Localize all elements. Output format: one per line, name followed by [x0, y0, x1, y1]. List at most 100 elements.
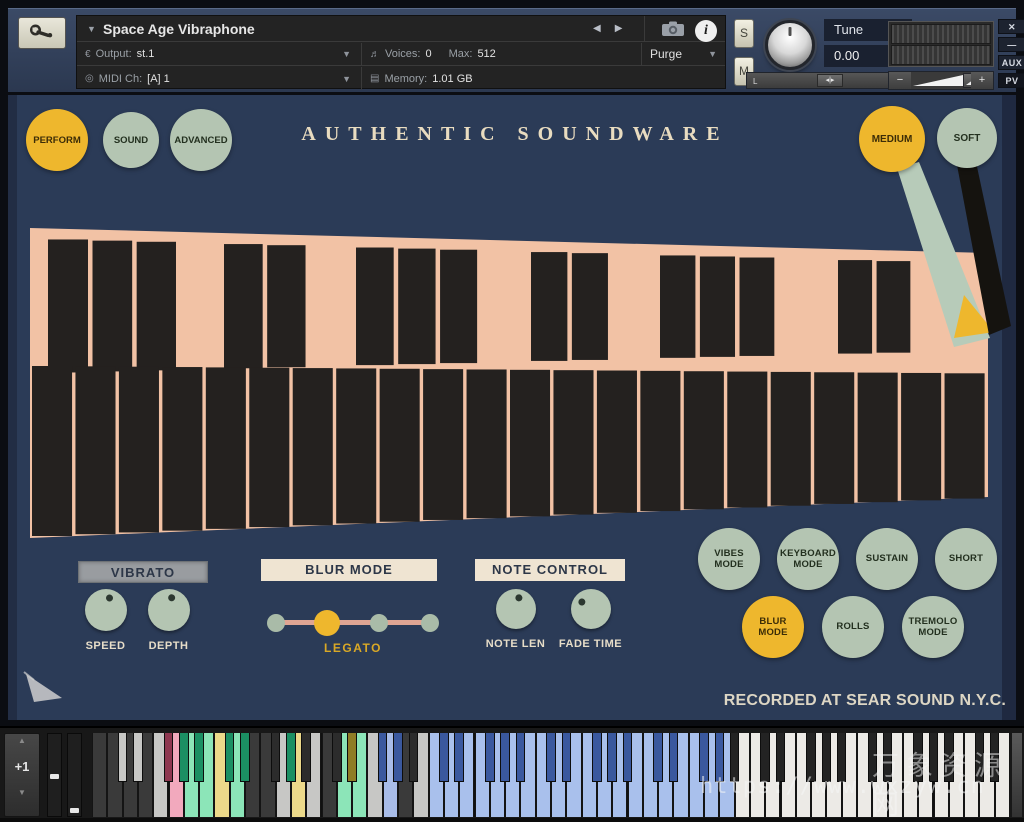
mod-wheel[interactable]: [67, 733, 82, 817]
note-len-knob[interactable]: [496, 589, 536, 629]
transpose-panel: ▲ +1 ▼: [4, 733, 40, 817]
blur-step-0[interactable]: [267, 614, 285, 632]
knob-label: SPEED: [74, 640, 137, 652]
black-key-after-26[interactable]: [485, 733, 495, 782]
collapse-arrow-icon[interactable]: ▼: [87, 24, 96, 34]
mallet-soft-button[interactable]: SOFT: [937, 108, 997, 168]
black-key-after-19[interactable]: [378, 733, 388, 782]
vibraphone-upper-bar: [877, 261, 911, 353]
knob-indicator-dot: [104, 594, 112, 602]
transpose-up-icon[interactable]: ▲: [5, 734, 39, 748]
pitch-wheel-handle[interactable]: [50, 774, 59, 779]
knob-indicator-dot: [167, 594, 175, 602]
black-key-after-23[interactable]: [439, 733, 449, 782]
blur-selected-value: LEGATO: [268, 641, 438, 655]
mode-button-keyboard-mode[interactable]: KEYBOARD MODE: [777, 528, 839, 590]
blur-step-3[interactable]: [421, 614, 439, 632]
black-key-after-34[interactable]: [607, 733, 617, 782]
transpose-down-icon[interactable]: ▼: [5, 786, 39, 800]
vibraphone-lower-bar: [162, 367, 202, 531]
tab-perform[interactable]: PERFORM: [26, 109, 88, 171]
volume-minus-button[interactable]: −: [889, 72, 911, 89]
black-key-after-27[interactable]: [500, 733, 510, 782]
black-key-after-24[interactable]: [454, 733, 464, 782]
blur-step-1-selected[interactable]: [314, 610, 340, 636]
white-key-1[interactable]: [92, 733, 107, 817]
knob-label: FADE TIME: [553, 638, 628, 650]
pv-button[interactable]: PV: [998, 73, 1024, 88]
mallet-medium-button[interactable]: MEDIUM: [859, 106, 925, 172]
blur-mode-slider[interactable]: [270, 603, 436, 643]
volume-wedge: [913, 75, 963, 86]
pitch-wheel[interactable]: [47, 733, 62, 817]
black-key-after-10[interactable]: [240, 733, 250, 782]
tab-advanced[interactable]: ADVANCED: [170, 109, 232, 171]
black-key-after-37[interactable]: [653, 733, 663, 782]
knob-rotor: [492, 585, 539, 632]
prev-icon[interactable]: ◀: [593, 23, 615, 34]
volume-slider[interactable]: − +: [888, 71, 994, 90]
black-key-after-17[interactable]: [347, 733, 357, 782]
black-key-after-30[interactable]: [546, 733, 556, 782]
keyboard-bar: ▲ +1 ▼: [0, 726, 1024, 818]
black-key-after-33[interactable]: [592, 733, 602, 782]
black-key-after-21[interactable]: [409, 733, 419, 782]
output-select[interactable]: € Output: st.1 ▼: [77, 43, 361, 65]
info-button[interactable]: i: [695, 20, 717, 42]
instrument-title[interactable]: Space Age Vibraphone: [103, 21, 255, 37]
minimize-button[interactable]: —: [998, 37, 1024, 52]
mod-wheel-handle[interactable]: [70, 808, 79, 813]
tab-sound[interactable]: SOUND: [103, 112, 159, 168]
black-key-after-3[interactable]: [133, 733, 143, 782]
purge-dropdown-icon[interactable]: ▼: [708, 49, 717, 59]
vibraphone-upper-bar: [93, 241, 133, 372]
depth-knob[interactable]: [148, 589, 190, 631]
black-key-after-20[interactable]: [393, 733, 403, 782]
edit-wrench-button[interactable]: [18, 17, 66, 49]
black-key-after-6[interactable]: [179, 733, 189, 782]
black-key-after-38[interactable]: [669, 733, 679, 782]
next-icon[interactable]: ▶: [615, 23, 637, 34]
mode-button-blur-mode[interactable]: BLUR MODE: [742, 596, 804, 658]
black-key-after-16[interactable]: [332, 733, 342, 782]
prev-next-icons[interactable]: ◀▶: [593, 23, 636, 34]
solo-button[interactable]: S: [734, 19, 754, 48]
snapshot-camera-button[interactable]: [644, 16, 700, 42]
black-key-after-14[interactable]: [301, 733, 311, 782]
vibrato-knobs: SPEEDDEPTH: [74, 589, 200, 652]
midi-dropdown-icon[interactable]: ▼: [342, 74, 351, 84]
mode-buttons-row-2: BLUR MODE ROLLS TREMOLO MODE: [742, 596, 964, 658]
black-key-after-7[interactable]: [194, 733, 204, 782]
black-key-after-5[interactable]: [164, 733, 174, 782]
close-button[interactable]: ✕: [998, 19, 1024, 34]
knob-label: NOTE LEN: [478, 638, 553, 650]
purge-menu[interactable]: Purge ▼: [641, 43, 727, 65]
mode-button-vibes-mode[interactable]: VIBES MODE: [698, 528, 760, 590]
aux-button[interactable]: AUX: [998, 55, 1024, 70]
mode-button-sustain[interactable]: SUSTAIN: [856, 528, 918, 590]
mode-button-short[interactable]: SHORT: [935, 528, 997, 590]
wrench-icon: [29, 24, 55, 42]
mode-buttons-row-1: VIBES MODE KEYBOARD MODE SUSTAIN SHORT: [698, 528, 997, 590]
black-key-after-31[interactable]: [562, 733, 572, 782]
volume-plus-button[interactable]: +: [971, 72, 993, 89]
black-key-after-35[interactable]: [623, 733, 633, 782]
speed-knob[interactable]: [85, 589, 127, 631]
vibraphone-lower-bar: [858, 373, 898, 503]
memory-icon: ▤: [370, 73, 379, 84]
pan-handle[interactable]: ◂|▸: [817, 74, 843, 87]
mode-button-rolls[interactable]: ROLLS: [822, 596, 884, 658]
black-key-after-12[interactable]: [271, 733, 281, 782]
black-key-after-2[interactable]: [118, 733, 128, 782]
mode-button-tremolo-mode[interactable]: TREMOLO MODE: [902, 596, 964, 658]
fade-time-knob[interactable]: [571, 589, 611, 629]
black-key-after-13[interactable]: [286, 733, 296, 782]
midi-channel-select[interactable]: ◎ MIDI Ch: [A] 1 ▼: [77, 67, 361, 90]
output-dropdown-icon[interactable]: ▼: [342, 49, 351, 59]
vibraphone-lower-bar: [510, 370, 550, 517]
blur-step-2[interactable]: [370, 614, 388, 632]
vibraphone-lower-bar: [75, 366, 115, 534]
black-key-after-28[interactable]: [516, 733, 526, 782]
tune-knob[interactable]: [765, 20, 815, 70]
black-key-after-9[interactable]: [225, 733, 235, 782]
